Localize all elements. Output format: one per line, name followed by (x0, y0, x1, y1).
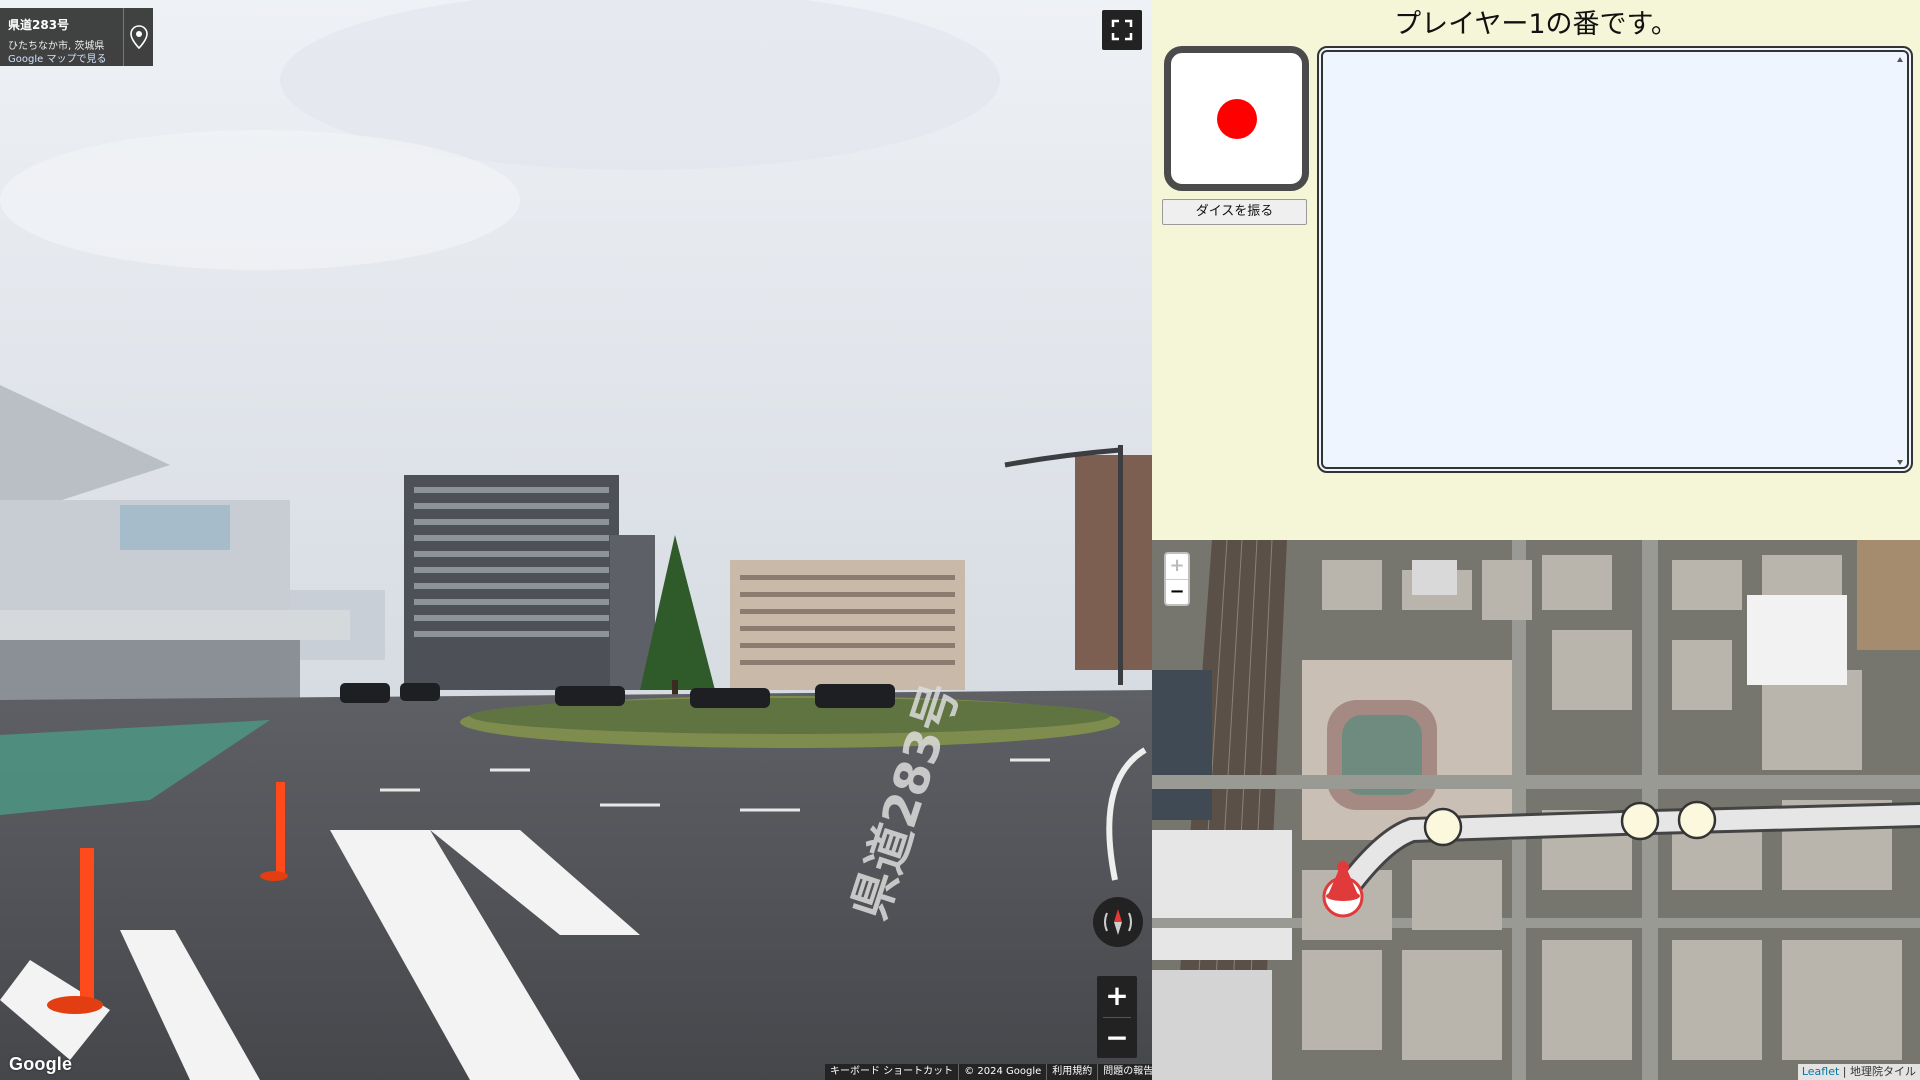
fullscreen-button[interactable] (1102, 10, 1142, 50)
map-zoom-control: + − (1164, 552, 1190, 606)
sv-zoom-out-button[interactable]: − (1097, 1018, 1137, 1058)
terms-link[interactable]: 利用規約 (1046, 1064, 1097, 1080)
street-view-info-card[interactable]: 県道283号 ひたちなか市, 茨城県 Google マップで見る (0, 8, 153, 66)
fullscreen-icon (1111, 19, 1133, 41)
google-logo: Google (9, 1054, 73, 1074)
board-square (1677, 800, 1717, 840)
street-view-panorama[interactable]: 県道283号 県道283号 ひたちなか市, 茨城県 Google マップで見る … (0, 0, 1152, 1080)
aerial-map-tiles[interactable] (1152, 540, 1920, 1080)
game-panel: プレイヤー1の番です。 ダイスを振る (1152, 0, 1920, 540)
tile-source-text: 地理院タイル (1850, 1065, 1916, 1078)
info-divider (123, 8, 124, 66)
street-view-footer: キーボード ショートカット © 2024 Google 利用規約 問題の報告 (825, 1064, 1152, 1080)
dice-display (1164, 46, 1309, 191)
scroll-up-icon (1897, 57, 1903, 62)
board-map[interactable]: + − Leaflet | 地理院タイル (1152, 540, 1920, 1080)
copyright-text: © 2024 Google (958, 1064, 1046, 1080)
sv-zoom-in-button[interactable]: + (1097, 976, 1137, 1016)
keyboard-shortcuts-link[interactable]: キーボード ショートカット (825, 1064, 958, 1080)
street-view-zoom-control: + − (1097, 976, 1137, 1058)
leaflet-link[interactable]: Leaflet (1802, 1065, 1839, 1078)
log-scrollbar[interactable] (1895, 56, 1905, 466)
map-pin-icon[interactable] (128, 24, 150, 50)
map-attribution: Leaflet | 地理院タイル (1797, 1064, 1920, 1080)
google-maps-link[interactable]: Google マップで見る (8, 50, 106, 65)
compass-button[interactable] (1093, 897, 1143, 947)
roll-dice-button[interactable]: ダイスを振る (1162, 199, 1307, 225)
map-zoom-out-button[interactable]: − (1166, 580, 1188, 604)
road-name: 県道283号 (8, 18, 70, 32)
board-square (1620, 801, 1660, 841)
game-log-textarea[interactable] (1317, 46, 1913, 473)
dice-pip (1217, 99, 1257, 139)
street-view-image[interactable] (0, 0, 1152, 1080)
map-zoom-in-button[interactable]: + (1166, 554, 1188, 579)
turn-message: プレイヤー1の番です。 (1394, 9, 1678, 40)
attribution-separator: | (1839, 1065, 1850, 1078)
compass-icon (1104, 909, 1132, 935)
scroll-down-icon (1897, 460, 1903, 465)
board-square (1423, 807, 1463, 847)
report-problem-link[interactable]: 問題の報告 (1097, 1064, 1152, 1080)
